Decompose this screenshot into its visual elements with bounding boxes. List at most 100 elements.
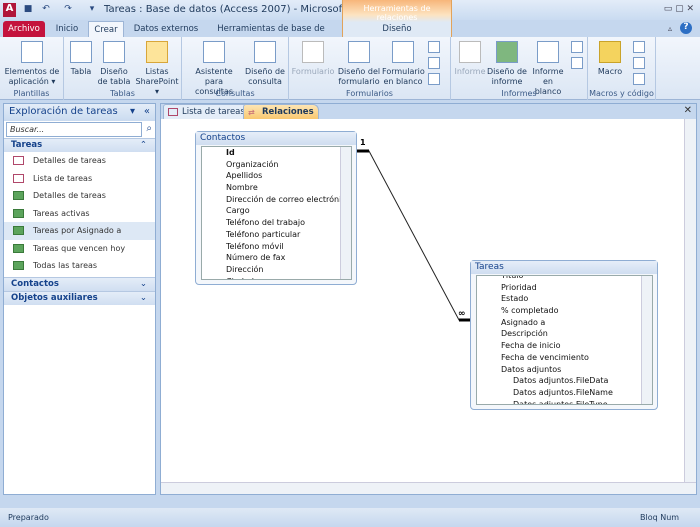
search-icon[interactable]: ⌕	[146, 123, 152, 134]
table-tareas[interactable]: Tareas Título Prioridad Estado% completado…	[470, 260, 658, 410]
visual-basic-icon[interactable]	[633, 73, 645, 85]
subfield[interactable]: Datos adjuntos.FileData	[477, 375, 652, 387]
many-side-label: ∞	[458, 309, 466, 319]
subfield[interactable]: Datos adjuntos.FileName	[477, 387, 652, 399]
scrollbar[interactable]	[641, 276, 652, 404]
nav-item[interactable]: Tareas activas	[4, 205, 155, 223]
nav-item[interactable]: Todas las tareas	[4, 257, 155, 275]
report-design-button[interactable]: Diseño de informe	[487, 41, 527, 87]
expand-icon: ⌄	[139, 292, 147, 303]
field[interactable]: Dirección	[202, 264, 351, 276]
blank-form-button[interactable]: Formulario en blanco	[382, 41, 425, 87]
field[interactable]: Descripción	[477, 328, 652, 340]
report-icon	[13, 191, 24, 200]
field[interactable]: Prioridad	[477, 282, 652, 294]
group-label: Consultas	[215, 89, 255, 98]
app-parts-button[interactable]: Elementos de aplicación ▾	[2, 41, 62, 87]
status-text: Preparado	[8, 513, 49, 522]
field[interactable]: Organización	[202, 159, 351, 171]
vertical-scrollbar[interactable]	[684, 119, 696, 482]
redo-icon[interactable]: ↷	[62, 4, 74, 16]
nav-group-objetos-auxiliares[interactable]: Objetos auxiliares ⌄	[4, 290, 155, 305]
report-icon	[459, 41, 481, 63]
report-icon	[13, 226, 24, 235]
group-label: Informes	[501, 89, 537, 98]
group-tablas: Tabla Diseño de tabla Listas SharePoint …	[64, 37, 182, 100]
tab-inicio[interactable]: Inicio	[50, 21, 84, 37]
field[interactable]: Teléfono del trabajo	[202, 217, 351, 229]
horizontal-scrollbar[interactable]	[161, 482, 696, 494]
nav-dropdown-icon[interactable]: ▾	[130, 106, 135, 117]
table-design-button[interactable]: Diseño de tabla	[96, 41, 132, 87]
tab-datos-externos[interactable]: Datos externos	[130, 21, 202, 37]
table-icon	[70, 41, 92, 63]
labels-icon[interactable]	[571, 57, 583, 69]
customize-toolbar-icon[interactable]: ▾	[86, 4, 98, 16]
group-consultas: Asistente para consultas Diseño de consu…	[182, 37, 289, 100]
window-controls[interactable]: ▭ ▢ ✕	[664, 4, 694, 14]
scrollbar[interactable]	[340, 147, 351, 279]
tab-diseno[interactable]: Diseño	[365, 21, 429, 37]
macro-button[interactable]: Macro	[592, 41, 628, 77]
collapse-nav-icon[interactable]: «	[144, 106, 150, 117]
tab-herramientas-bd[interactable]: Herramientas de base de datos	[208, 21, 334, 50]
subfield[interactable]: Datos adjuntos.FileType	[477, 399, 652, 404]
query-design-button[interactable]: Diseño de consulta	[244, 41, 286, 87]
field[interactable]: Fecha de inicio	[477, 340, 652, 352]
field[interactable]: Apellidos	[202, 170, 351, 182]
field[interactable]: % completado	[477, 305, 652, 317]
minimize-ribbon-icon[interactable]: ▵	[668, 24, 672, 33]
field[interactable]: Cargo	[202, 205, 351, 217]
nav-item[interactable]: Tareas por Asignado a	[4, 222, 155, 240]
expand-icon: ⌄	[139, 278, 147, 289]
nav-header[interactable]: Exploración de tareas ▾ «	[4, 104, 155, 121]
field[interactable]: Id	[202, 147, 351, 159]
field[interactable]: Datos adjuntos	[477, 364, 652, 376]
more-forms-icon[interactable]	[428, 73, 440, 85]
help-icon[interactable]: ?	[680, 22, 692, 34]
tab-archivo[interactable]: Archivo	[3, 21, 45, 37]
report-icon	[13, 208, 24, 218]
nav-item[interactable]: Lista de tareas	[4, 170, 155, 188]
ribbon-tabs: Archivo Inicio Crear Datos externos Herr…	[0, 20, 700, 50]
form-design-button[interactable]: Diseño del formulario	[337, 41, 381, 87]
module-icon[interactable]	[633, 41, 645, 53]
field[interactable]: Número de fax	[202, 252, 351, 264]
report-wizard-icon[interactable]	[571, 41, 583, 53]
navigation-icon[interactable]	[428, 57, 440, 69]
nav-item[interactable]: Detalles de tareas	[4, 187, 155, 205]
table-button[interactable]: Tabla	[67, 41, 95, 77]
nav-group-contactos[interactable]: Contactos ⌄	[4, 276, 155, 291]
form-wizard-icon[interactable]	[428, 41, 440, 53]
save-icon[interactable]: ■	[22, 4, 34, 16]
blank-report-icon	[537, 41, 559, 63]
nav-item[interactable]: Detalles de tareas	[4, 152, 155, 170]
field[interactable]: Estado	[477, 293, 652, 305]
ribbon: Elementos de aplicación ▾ Plantillas Tab…	[0, 37, 700, 100]
field[interactable]: Título	[477, 276, 652, 282]
group-label: Macros y código	[589, 89, 654, 98]
field[interactable]: Teléfono móvil	[202, 241, 351, 253]
form-button[interactable]: Formulario	[291, 41, 335, 77]
field[interactable]: Ciudad	[202, 276, 351, 279]
field-list: Id Organización Apellidos Nombre Dirección d…	[201, 146, 352, 280]
undo-icon[interactable]: ↶	[40, 4, 52, 16]
field[interactable]: Teléfono particular	[202, 229, 351, 241]
group-label: Formularios	[346, 89, 393, 98]
table-contactos[interactable]: Contactos Id Organización Apellidos Nombre D…	[195, 131, 357, 285]
one-side-label: 1	[360, 138, 366, 147]
nav-item[interactable]: Tareas que vencen hoy	[4, 240, 155, 258]
blank-form-icon	[392, 41, 414, 63]
group-label: Tablas	[110, 89, 135, 98]
search-input[interactable]: Buscar...	[6, 122, 142, 137]
nav-group-tareas[interactable]: Tareas ⌃	[4, 138, 155, 152]
report-button[interactable]: Informe	[453, 41, 487, 77]
form-icon	[302, 41, 324, 63]
tab-crear[interactable]: Crear	[88, 21, 124, 37]
field[interactable]: Fecha de vencimiento	[477, 352, 652, 364]
document-area: Lista de tareas ⇄ Relaciones ✕ 1 ∞ Contac…	[160, 103, 697, 495]
field[interactable]: Asignado a	[477, 317, 652, 329]
field[interactable]: Dirección de correo electrónico	[202, 194, 351, 206]
class-module-icon[interactable]	[633, 57, 645, 69]
field[interactable]: Nombre	[202, 182, 351, 194]
